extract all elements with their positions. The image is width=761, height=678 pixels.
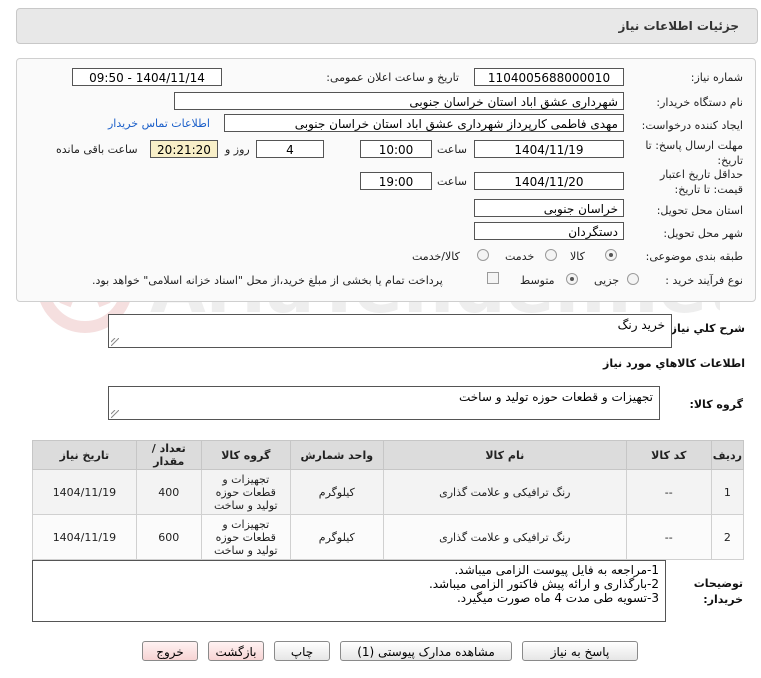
process-option-minor: جزیی	[594, 274, 620, 287]
summary-label: شرح کلي نياز:	[666, 322, 745, 335]
category-label: طبقه بندی موضوعی:	[645, 250, 743, 263]
view-attachments-button[interactable]: مشاهده مدارک پیوستی (1)	[340, 641, 512, 661]
resize-grip-icon[interactable]	[111, 338, 119, 346]
buyer-note-line: 3-تسویه طی مدت 4 ماه صورت میگیرد.	[456, 591, 659, 605]
items-table: ردیف کد کالا نام کالا واحد شمارش گروه کا…	[32, 440, 745, 560]
reply-button[interactable]: پاسخ به نیاز	[522, 641, 638, 661]
goods-info-title: اطلاعات کالاهاي مورد نياز	[603, 357, 745, 370]
category-option-goods: کالا	[570, 250, 585, 263]
cell-quantity: 400	[135, 469, 202, 515]
goods-group-textarea[interactable]: تجهیزات و قطعات حوزه تولید و ساخت	[108, 386, 660, 420]
buyer-note-line: 1-مراجعه به فایل پیوست الزامی میباشد.	[454, 563, 659, 577]
col-header-row-number: ردیف	[710, 440, 745, 470]
city-label: شهر محل تحویل:	[663, 227, 743, 240]
reply-deadline-label: مهلت ارسال پاسخ: تا تاریخ:	[645, 139, 743, 167]
process-radio-medium[interactable]	[566, 273, 578, 285]
reply-time-field[interactable]: 10:00	[360, 140, 432, 158]
table-row[interactable]: 2 -- رنگ ترافیکی و علامت گذاری کیلوگرم ت…	[32, 514, 745, 560]
cell-row-number: 2	[710, 514, 745, 560]
col-header-quantity: تعداد / مقدار	[135, 440, 202, 470]
page-title: جزئیات اطلاعات نیاز	[618, 19, 739, 33]
need-number-label: شماره نیاز:	[690, 71, 743, 84]
col-header-item-name: نام کالا	[382, 440, 627, 470]
contact-info-link[interactable]: اطلاعات تماس خریدار	[108, 117, 210, 130]
announce-field[interactable]: 1404/11/14 - 09:50	[72, 68, 222, 86]
goods-group-label: گروه کالا:	[689, 398, 743, 411]
validity-date-field[interactable]: 1404/11/20	[474, 172, 624, 190]
table-row[interactable]: 1 -- رنگ ترافیکی و علامت گذاری کیلوگرم ت…	[32, 469, 745, 515]
category-radio-goods-service[interactable]	[477, 249, 489, 261]
cell-need-date: 1404/11/19	[32, 514, 137, 560]
col-header-unit: واحد شمارش	[289, 440, 384, 470]
col-header-group: گروه کالا	[200, 440, 291, 470]
reply-date-field[interactable]: 1404/11/19	[474, 140, 624, 158]
col-header-item-code: کد کالا	[625, 440, 712, 470]
treasury-payment-note: پرداخت تمام یا بخشی از مبلغ خرید،از محل …	[92, 274, 443, 287]
buyer-org-label: نام دستگاه خریدار:	[656, 96, 743, 109]
category-radio-service[interactable]	[545, 249, 557, 261]
requester-label: ایجاد کننده درخواست:	[641, 119, 743, 132]
goods-group-text: تجهیزات و قطعات حوزه تولید و ساخت	[458, 390, 653, 404]
cell-need-date: 1404/11/19	[32, 469, 137, 515]
cell-item-code: --	[625, 514, 712, 560]
print-button[interactable]: چاپ	[274, 641, 330, 661]
exit-button[interactable]: خروج	[142, 641, 198, 661]
remaining-label: ساعت باقی مانده	[56, 143, 138, 156]
cell-item-code: --	[625, 469, 712, 515]
buyer-notes-textarea[interactable]: 1-مراجعه به فایل پیوست الزامی میباشد. 2-…	[32, 560, 666, 622]
summary-textarea[interactable]: خرید رنگ	[108, 314, 672, 348]
treasury-payment-checkbox[interactable]	[487, 272, 499, 284]
province-label: استان محل تحویل:	[656, 204, 743, 217]
cell-item-name: رنگ ترافیکی و علامت گذاری	[382, 514, 627, 560]
buyer-notes-label: توضیحات خریدار:	[693, 577, 743, 606]
cell-row-number: 1	[710, 469, 745, 515]
table-header-row: ردیف کد کالا نام کالا واحد شمارش گروه کا…	[32, 440, 745, 470]
announce-label: تاریخ و ساعت اعلان عمومی:	[326, 71, 459, 84]
validity-time-field[interactable]: 19:00	[360, 172, 432, 190]
cell-group: تجهیزات و قطعات حوزه تولید و ساخت	[200, 514, 291, 560]
province-field[interactable]: خراسان جنوبی	[474, 199, 624, 217]
process-label: نوع فرآیند خرید :	[665, 274, 743, 287]
remaining-time-field: 20:21:20	[150, 140, 218, 158]
validity-time-label: ساعت	[437, 175, 467, 188]
process-radio-minor[interactable]	[627, 273, 639, 285]
process-option-medium: متوسط	[520, 274, 555, 287]
category-option-service: خدمت	[505, 250, 535, 263]
need-number-field[interactable]: 1104005688000010	[474, 68, 624, 86]
col-header-need-date: تاریخ نیاز	[32, 440, 137, 470]
requester-field[interactable]: مهدی فاطمی کارپرداز شهرداری عشق اباد است…	[224, 114, 624, 132]
cell-group: تجهیزات و قطعات حوزه تولید و ساخت	[200, 469, 291, 515]
header-panel: جزئیات اطلاعات نیاز	[16, 8, 758, 44]
days-field[interactable]: 4	[256, 140, 324, 158]
back-button[interactable]: بازگشت	[208, 641, 264, 661]
cell-quantity: 600	[135, 514, 202, 560]
category-option-goods-service: کالا/خدمت	[412, 250, 460, 263]
buyer-note-line: 2-بارگذاری و ارائه پیش فاکتور الزامی میب…	[428, 577, 659, 591]
price-validity-label: حداقل تاریخ اعتبار قیمت: تا تاریخ:	[659, 168, 743, 196]
summary-text: خرید رنگ	[617, 318, 665, 332]
resize-grip-icon[interactable]	[111, 410, 119, 418]
days-label: روز و	[225, 143, 250, 156]
reply-time-label: ساعت	[437, 143, 467, 156]
category-radio-goods[interactable]	[605, 249, 617, 261]
cell-unit: کیلوگرم	[289, 514, 384, 560]
cell-unit: کیلوگرم	[289, 469, 384, 515]
city-field[interactable]: دستگردان	[474, 222, 624, 240]
cell-item-name: رنگ ترافیکی و علامت گذاری	[382, 469, 627, 515]
buyer-org-field[interactable]: شهرداری عشق اباد استان خراسان جنوبی	[174, 92, 624, 110]
